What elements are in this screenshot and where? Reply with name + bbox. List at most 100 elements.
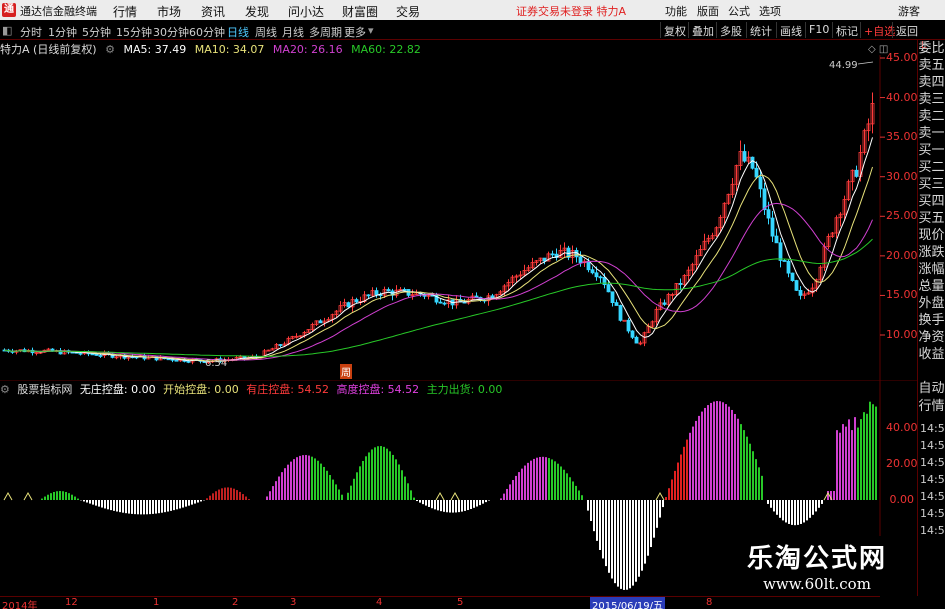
menu-hangqing[interactable]: 行情: [113, 3, 137, 20]
panel-change-pct[interactable]: 涨幅: [918, 261, 945, 278]
candle-body: [590, 269, 595, 274]
candle-body: [346, 302, 351, 308]
candle-body: [854, 169, 859, 177]
panel-sell4[interactable]: 卖四: [918, 74, 945, 91]
candle-body: [354, 299, 359, 303]
time-label: 8: [706, 597, 713, 608]
button-tongji[interactable]: 统计: [746, 22, 775, 38]
button-back[interactable]: 返回: [892, 22, 921, 38]
time-label: 2014年: [2, 601, 38, 609]
panel-auto[interactable]: 自动: [918, 380, 945, 398]
candle-body: [678, 283, 683, 285]
menu-gongshi[interactable]: 公式: [728, 3, 750, 19]
panel-buy4[interactable]: 买四: [918, 193, 945, 210]
tab-30min[interactable]: 30分钟: [153, 24, 189, 40]
tick-time: 14:50: [920, 524, 945, 537]
panel-buy1[interactable]: 买一: [918, 142, 945, 159]
tab-60min[interactable]: 60分钟: [189, 24, 225, 40]
more-dropdown-icon[interactable]: ▾: [368, 24, 374, 37]
panel-turnover[interactable]: 换手: [918, 312, 945, 329]
panel-sell3[interactable]: 卖三: [918, 91, 945, 108]
tick-time: 14:50: [920, 490, 945, 503]
candle-body: [578, 256, 583, 264]
trade-login-status[interactable]: 证券交易未登录 特力A: [516, 3, 626, 19]
menu-banmian[interactable]: 版面: [697, 3, 719, 19]
panel-buy3[interactable]: 买三: [918, 176, 945, 193]
candle-body: [610, 291, 615, 304]
tab-more[interactable]: 更多: [344, 24, 366, 40]
price-tick-label: 10.00: [886, 328, 918, 341]
watermark-url: www.60lt.com: [763, 575, 871, 593]
panel-buy2[interactable]: 买二: [918, 159, 945, 176]
menu-zixun[interactable]: 资讯: [201, 3, 225, 20]
button-diejia[interactable]: 叠加: [688, 22, 717, 38]
candle-body: [550, 253, 555, 256]
tab-multi-period[interactable]: 多周期: [309, 24, 342, 40]
candle-body: [770, 217, 775, 237]
panel-buy5[interactable]: 买五: [918, 210, 945, 227]
button-huaxian[interactable]: 画线: [776, 22, 805, 38]
tab-weekly[interactable]: 周线: [255, 24, 277, 40]
tab-1min[interactable]: 1分钟: [48, 24, 77, 40]
candle-body: [618, 305, 623, 321]
candle-body: [442, 302, 447, 305]
collapse-icon[interactable]: ◧: [2, 24, 12, 37]
panel-sell2[interactable]: 卖二: [918, 108, 945, 125]
panel-sell5[interactable]: 卖五: [918, 57, 945, 74]
menu-faxian[interactable]: 发现: [245, 3, 269, 20]
auto-quote-panel: 自动 行情: [917, 380, 945, 420]
tab-daily[interactable]: 日线: [227, 24, 249, 40]
panel-quote[interactable]: 行情: [918, 398, 945, 416]
indicator-signal-mark: [435, 491, 445, 501]
tick-time: 14:50: [920, 473, 945, 486]
panel-weibi[interactable]: 委比: [918, 40, 945, 57]
candle-body: [662, 302, 667, 305]
panel-earnings[interactable]: 收益: [918, 346, 945, 363]
period-tab-bar: ◧ 分时 1分钟 5分钟 15分钟 30分钟 60分钟 日线 周线 月线 多周期…: [0, 20, 945, 51]
menu-jiaoyi[interactable]: 交易: [396, 3, 420, 20]
weekday-tag: 周: [340, 364, 352, 379]
panel-sell1[interactable]: 卖一: [918, 125, 945, 142]
candle-body: [366, 294, 371, 297]
indicator-signal-mark: [450, 491, 460, 501]
ma10-line: [4, 166, 873, 362]
candle-body: [754, 167, 759, 178]
candlestick-chart[interactable]: [0, 55, 917, 380]
button-biaoji[interactable]: 标记: [832, 22, 861, 38]
time-label: 12: [65, 597, 78, 608]
panel-volume[interactable]: 总量: [918, 278, 945, 295]
menu-shichang[interactable]: 市场: [157, 3, 181, 20]
candle-body: [774, 235, 779, 244]
guest-label[interactable]: 游客: [898, 3, 920, 19]
button-f10[interactable]: F10: [805, 22, 832, 38]
indicator-tick-label: 20.00: [886, 457, 918, 470]
indicator-signal-mark: [655, 491, 665, 501]
menu-gongneng[interactable]: 功能: [665, 3, 687, 19]
watermark-title: 乐淘公式网: [746, 544, 887, 574]
tab-15min[interactable]: 15分钟: [116, 24, 152, 40]
menu-wenxiaoda[interactable]: 问小达: [288, 3, 324, 20]
tab-monthly[interactable]: 月线: [282, 24, 304, 40]
app-logo-icon: 通: [2, 3, 16, 17]
panel-net-asset[interactable]: 净资: [918, 329, 945, 346]
candle-body: [742, 151, 747, 162]
menu-xuanxiang[interactable]: 选项: [759, 3, 781, 19]
time-axis: 2014年 12 1 2 3 4 5 2015/06/19/五 8: [0, 596, 880, 609]
candle-body: [782, 260, 787, 262]
button-duogu[interactable]: 多股: [716, 22, 745, 38]
panel-price[interactable]: 现价: [918, 227, 945, 244]
candle-body: [78, 352, 83, 355]
candle-body: [386, 289, 391, 292]
candle-body: [790, 272, 795, 281]
tab-fenshi[interactable]: 分时: [20, 24, 42, 40]
panel-outer[interactable]: 外盘: [918, 295, 945, 312]
ma20-line: [4, 202, 873, 361]
button-fuquan[interactable]: 复权: [660, 22, 689, 38]
candle-body: [786, 260, 791, 274]
menu-caifuquan[interactable]: 财富圈: [342, 3, 378, 20]
chart-options-icon[interactable]: ◇ ◫: [868, 44, 888, 55]
watermark-logo: 乐淘公式网 www.60lt.com: [722, 536, 912, 596]
candle-body: [622, 319, 627, 322]
panel-change[interactable]: 涨跌: [918, 244, 945, 261]
tab-5min[interactable]: 5分钟: [82, 24, 111, 40]
